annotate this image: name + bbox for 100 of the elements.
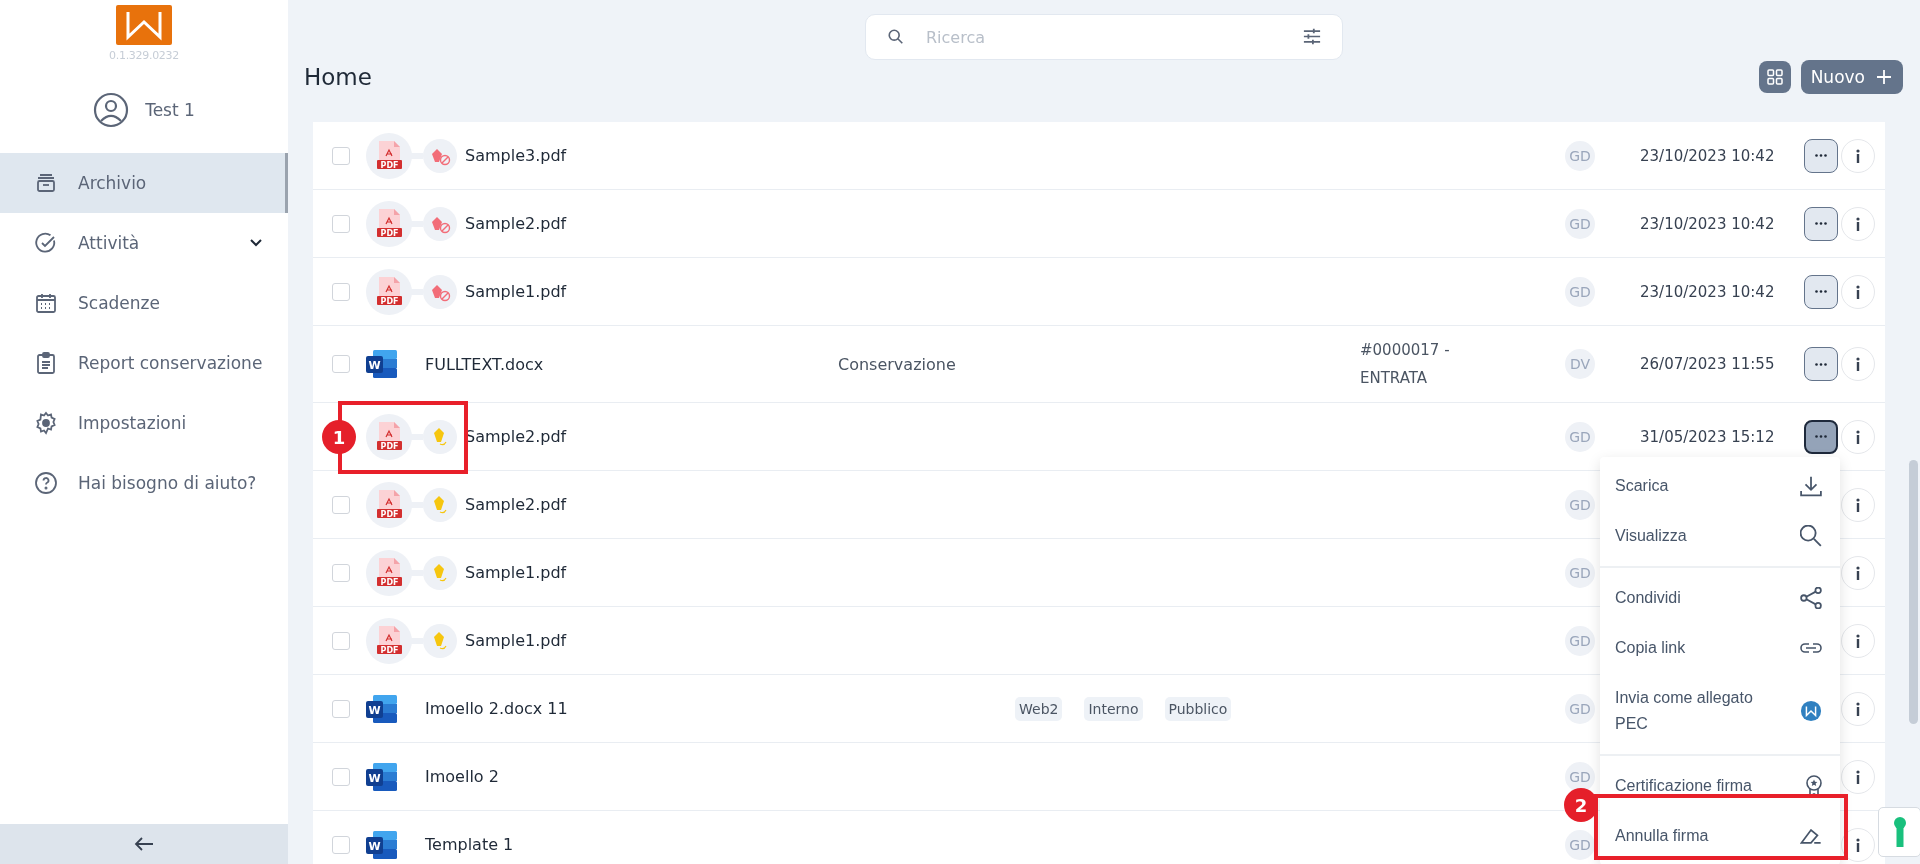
row-checkbox[interactable]: [332, 767, 350, 786]
menu-item[interactable]: Condividi: [1600, 566, 1840, 623]
row-checkbox[interactable]: [332, 631, 350, 650]
category-text: Conservazione: [838, 354, 956, 374]
info-icon: [1856, 497, 1860, 512]
menu-item[interactable]: Scarica: [1600, 461, 1840, 511]
logo-icon: [1800, 700, 1822, 722]
file-name[interactable]: Sample1.pdf: [465, 282, 567, 301]
archive-icon: [34, 171, 58, 195]
owner-avatar: GD: [1565, 625, 1595, 656]
version-label: 0.1.329.0232: [109, 49, 179, 62]
info-button[interactable]: [1841, 138, 1875, 173]
owner-avatar: GD: [1565, 829, 1595, 860]
info-button[interactable]: [1841, 487, 1875, 522]
file-name[interactable]: Sample2.pdf: [465, 214, 567, 233]
date-text: 26/07/2023 11:55: [1640, 355, 1775, 373]
owner-avatar: GD: [1565, 693, 1595, 724]
info-icon: [1856, 357, 1860, 371]
protocol-text: #0000017 - ENTRATA: [1360, 340, 1451, 389]
nav-item[interactable]: Attività: [0, 213, 288, 273]
owner-avatar: GD: [1565, 208, 1595, 239]
row-checkbox[interactable]: [332, 495, 350, 514]
nav-item[interactable]: Archivio: [0, 153, 288, 213]
row-checkbox[interactable]: [332, 835, 350, 854]
row-checkbox[interactable]: [332, 355, 350, 373]
info-button[interactable]: [1841, 274, 1875, 309]
info-icon: [1856, 284, 1860, 299]
new-button[interactable]: Nuovo: [1800, 60, 1903, 94]
more-icon: [1815, 222, 1827, 225]
link-icon: [1800, 643, 1822, 653]
nav-item[interactable]: Scadenze: [0, 273, 288, 333]
row-checkbox[interactable]: [332, 699, 350, 718]
download-icon: [1800, 475, 1822, 497]
owner-avatar: GD: [1565, 421, 1595, 452]
more-button[interactable]: [1804, 419, 1838, 454]
eraser-icon: [1800, 828, 1822, 844]
row-checkbox[interactable]: [332, 563, 350, 582]
page-title: Home: [304, 64, 372, 90]
file-name[interactable]: Imoello 2.docx 11: [425, 699, 568, 718]
nav-item[interactable]: Hai bisogno di aiuto?: [0, 453, 288, 513]
info-button[interactable]: [1841, 691, 1875, 726]
grid-view-button[interactable]: [1758, 61, 1791, 93]
more-icon: [1815, 435, 1827, 438]
key-button[interactable]: [1878, 807, 1920, 857]
tag: Interno: [1084, 696, 1143, 721]
owner-avatar: GD: [1565, 557, 1595, 588]
help-icon: [34, 471, 58, 495]
user-name: Test 1: [145, 100, 195, 120]
owner-avatar: DV: [1565, 349, 1595, 379]
info-icon: [1856, 565, 1860, 580]
award-icon: [1806, 775, 1822, 797]
info-icon: [1856, 429, 1860, 444]
menu-item[interactable]: Certificazione firma: [1600, 754, 1840, 811]
menu-item[interactable]: Invia come allegato PEC: [1600, 673, 1840, 749]
info-icon: [1856, 701, 1860, 716]
nav-item[interactable]: Impostazioni: [0, 393, 288, 453]
owner-avatar: GD: [1565, 761, 1595, 792]
grid-icon: [1766, 69, 1783, 85]
info-icon: [1856, 633, 1860, 648]
info-button[interactable]: [1841, 206, 1875, 241]
owner-avatar: GD: [1565, 489, 1595, 520]
info-button[interactable]: [1841, 759, 1875, 794]
file-name[interactable]: Template 1: [425, 835, 514, 854]
search-field[interactable]: Ricerca: [865, 14, 1343, 60]
info-button[interactable]: [1841, 623, 1875, 658]
info-button[interactable]: [1841, 555, 1875, 590]
plus-icon: [1877, 70, 1891, 84]
share-icon: [1800, 587, 1822, 609]
report-icon: [34, 351, 58, 375]
info-button[interactable]: [1841, 347, 1875, 381]
date-text: 23/10/2023 10:42: [1640, 282, 1775, 301]
calendar-icon: [34, 291, 58, 315]
date-text: 31/05/2023 15:12: [1640, 427, 1775, 446]
scrollbar[interactable]: [1909, 460, 1918, 724]
menu-item[interactable]: Copia link: [1600, 623, 1840, 673]
row-checkbox[interactable]: [332, 214, 350, 233]
user-avatar-icon[interactable]: [93, 92, 130, 128]
file-name[interactable]: Sample2.pdf: [465, 495, 567, 514]
chevron-down-icon: [250, 239, 262, 247]
filter-icon[interactable]: [1303, 28, 1321, 45]
row-checkbox[interactable]: [332, 282, 350, 301]
owner-avatar: GD: [1565, 276, 1595, 307]
date-text: 23/10/2023 10:42: [1640, 214, 1775, 233]
date-text: 23/10/2023 10:42: [1640, 146, 1775, 165]
nav-item[interactable]: Report conservazione: [0, 333, 288, 393]
info-icon: [1856, 148, 1860, 163]
menu-item[interactable]: Annulla firma: [1600, 811, 1840, 861]
file-name[interactable]: FULLTEXT.docx: [425, 354, 544, 374]
menu-item[interactable]: Visualizza: [1600, 511, 1840, 561]
tasks-icon: [34, 231, 58, 255]
file-name[interactable]: Sample3.pdf: [465, 146, 567, 165]
info-icon: [1856, 216, 1860, 231]
search-icon: [887, 28, 905, 46]
info-icon: [1856, 837, 1860, 852]
file-name[interactable]: Imoello 2: [425, 767, 499, 786]
tag: Web2: [1015, 696, 1063, 721]
file-name[interactable]: Sample2.pdf: [465, 427, 567, 446]
file-name[interactable]: Sample1.pdf: [465, 631, 567, 650]
row-checkbox[interactable]: [332, 146, 350, 165]
file-name[interactable]: Sample1.pdf: [465, 563, 567, 582]
